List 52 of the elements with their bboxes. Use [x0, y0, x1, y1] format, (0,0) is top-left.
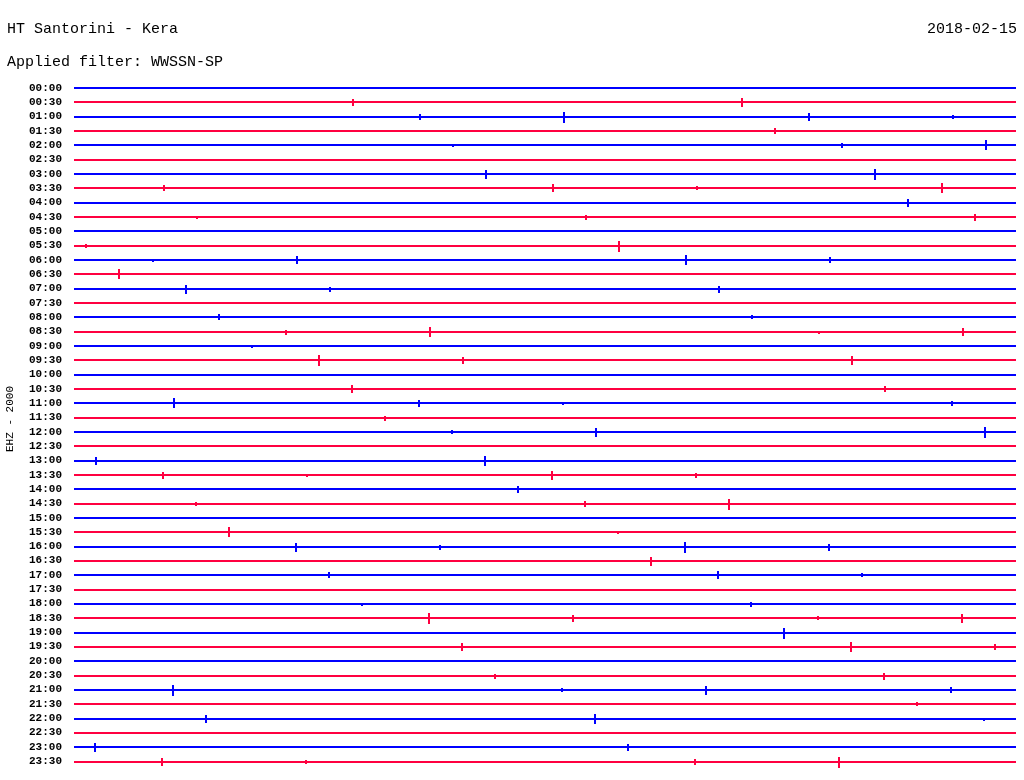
time-label: 00:30	[28, 97, 62, 108]
time-label: 08:00	[28, 311, 62, 323]
time-label: 19:00	[28, 627, 62, 639]
time-label: 10:00	[28, 369, 62, 381]
time-label: 05:00	[28, 225, 62, 237]
date-label: 2018-02-15	[927, 19, 1017, 40]
time-label: 05:30	[28, 240, 62, 252]
time-label: 17:00	[28, 569, 62, 581]
time-label: 08:30	[28, 326, 62, 338]
time-label: 04:30	[28, 211, 62, 223]
time-label: 17:30	[28, 584, 62, 596]
time-label: 20:00	[28, 655, 62, 667]
time-label: 11:30	[28, 412, 62, 424]
time-label: 18:00	[28, 598, 62, 610]
time-label: 02:30	[28, 154, 62, 166]
time-label: 06:30	[28, 268, 62, 280]
station-title: HT Santorini - Kera	[7, 19, 179, 40]
time-label: 18:30	[28, 612, 62, 624]
time-label: 14:30	[28, 498, 62, 510]
time-label: 23:00	[28, 741, 62, 753]
time-label: 13:30	[28, 469, 62, 481]
time-label: 01:30	[28, 125, 62, 137]
channel-label: EHZ - 2000	[5, 386, 16, 452]
time-label: 10:30	[28, 383, 62, 395]
time-label: 02:00	[28, 139, 62, 151]
time-label: 15:00	[28, 512, 62, 524]
time-label: 09:30	[28, 354, 62, 366]
time-label: 03:00	[28, 168, 62, 180]
time-label: 03:30	[28, 182, 62, 194]
time-label: 15:30	[28, 526, 62, 538]
time-label: 19:30	[28, 641, 62, 653]
time-label: 01:00	[28, 111, 62, 123]
time-label: 09:00	[28, 340, 62, 352]
time-label: 06:00	[28, 254, 62, 266]
time-label: 20:30	[28, 670, 62, 682]
time-label: 14:00	[28, 483, 62, 495]
time-label: 07:00	[28, 283, 62, 295]
time-label: 12:00	[28, 426, 62, 438]
time-label: 00:00	[28, 82, 62, 94]
time-label: 04:00	[28, 197, 62, 209]
time-label: 13:00	[28, 455, 62, 467]
filter-label: Applied filter: WWSSN-SP	[7, 54, 224, 71]
time-label: 07:30	[28, 297, 62, 309]
time-label: 23:30	[28, 756, 62, 768]
time-label: 16:00	[28, 541, 62, 553]
time-label: 12:30	[28, 440, 62, 452]
time-label: 22:00	[28, 713, 62, 725]
time-label: 22:30	[28, 727, 62, 739]
time-label: 21:30	[28, 698, 62, 710]
time-label: 11:00	[28, 397, 62, 409]
time-label: 16:30	[28, 555, 62, 567]
time-label: 21:00	[28, 684, 62, 696]
